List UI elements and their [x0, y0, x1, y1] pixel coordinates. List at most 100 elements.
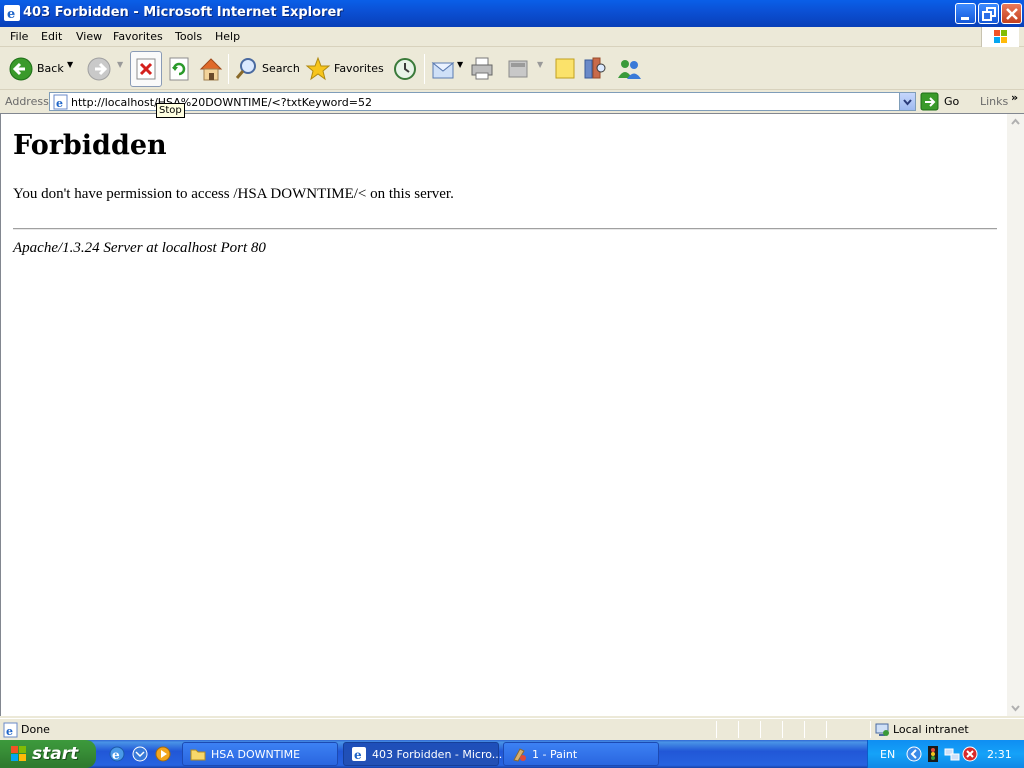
menu-help[interactable]: Help: [215, 30, 240, 43]
home-icon[interactable]: [198, 52, 224, 86]
scroll-down-button[interactable]: [1007, 699, 1024, 716]
stop-button[interactable]: [130, 51, 162, 87]
security-zone: Local intranet: [893, 723, 969, 736]
forward-dropdown-icon[interactable]: ▼: [117, 60, 123, 69]
links-button[interactable]: Links: [980, 95, 1008, 108]
menu-file[interactable]: File: [10, 30, 28, 43]
go-arrow-icon: [920, 92, 939, 111]
taskbar-item-label: HSA DOWNTIME: [211, 748, 301, 761]
favorites-button[interactable]: Favorites: [334, 62, 384, 75]
messenger-icon[interactable]: [615, 52, 643, 86]
edit-icon[interactable]: [505, 52, 531, 86]
taskbar: start e HSA DOWNTIME e 403 Forbidden - M…: [0, 740, 1024, 768]
chevron-down-icon: [903, 99, 912, 106]
menu-edit[interactable]: Edit: [41, 30, 62, 43]
tray-expand-icon[interactable]: [906, 746, 922, 762]
taskbar-item-label: 1 - Paint: [532, 748, 578, 761]
chevron-up-icon: [1011, 118, 1020, 125]
vertical-scrollbar[interactable]: [1007, 113, 1024, 716]
status-divider: [716, 721, 717, 738]
close-button[interactable]: [1001, 3, 1022, 24]
system-tray: EN 2:31: [867, 740, 1024, 768]
address-url[interactable]: http://localhost/HSA%20DOWNTIME/<?txtKey…: [71, 96, 372, 109]
mail-dropdown-icon[interactable]: ▼: [457, 60, 463, 69]
start-label: start: [32, 744, 79, 764]
page-icon: e: [53, 94, 68, 110]
status-text: Done: [21, 723, 50, 736]
menu-favorites[interactable]: Favorites: [113, 30, 163, 43]
ie-icon: e: [352, 747, 366, 762]
refresh-icon[interactable]: [167, 52, 191, 86]
antivirus-icon[interactable]: [962, 746, 978, 762]
address-dropdown-button[interactable]: [899, 93, 915, 110]
windows-flag-icon: [994, 30, 1007, 43]
svg-text:e: e: [6, 725, 13, 738]
back-button[interactable]: Back: [37, 62, 64, 75]
windows-logo: [981, 27, 1019, 47]
scroll-up-button[interactable]: [1007, 114, 1024, 131]
intranet-icon: [875, 723, 889, 736]
status-divider: [738, 721, 739, 738]
language-indicator[interactable]: EN: [880, 748, 895, 761]
error-message: You don't have permission to access /HSA…: [13, 186, 454, 202]
stop-tooltip: Stop: [156, 103, 185, 118]
server-signature: Apache/1.3.24 Server at localhost Port 8…: [13, 240, 266, 256]
page-icon: e: [3, 722, 18, 738]
status-divider: [782, 721, 783, 738]
restore-button[interactable]: [978, 3, 999, 24]
window-title: 403 Forbidden - Microsoft Internet Explo…: [23, 5, 343, 20]
go-label: Go: [944, 95, 960, 108]
standard-toolbar: Back ▼ ▼ Search Favorites ▼ ▼: [0, 48, 1024, 90]
discuss-icon[interactable]: [552, 52, 578, 86]
clock[interactable]: 2:31: [987, 748, 1012, 761]
edit-dropdown-icon[interactable]: ▼: [537, 60, 543, 69]
address-bar: Address e http://localhost/HSA%20DOWNTIM…: [0, 90, 1024, 113]
taskbar-item-hsa-downtime[interactable]: HSA DOWNTIME: [182, 742, 338, 766]
outlook-express-icon[interactable]: [131, 745, 149, 763]
paint-icon: [513, 748, 526, 762]
search-button[interactable]: Search: [262, 62, 300, 75]
menu-bar: File Edit View Favorites Tools Help: [0, 27, 1024, 47]
restore-icon: [982, 7, 996, 21]
back-dropdown-icon[interactable]: ▼: [67, 60, 73, 69]
links-chevron-icon[interactable]: »: [1011, 91, 1018, 104]
taskbar-item-label: 403 Forbidden - Micro...: [372, 748, 503, 761]
taskbar-item-paint[interactable]: 1 - Paint: [503, 742, 659, 766]
favorites-star-icon[interactable]: [305, 52, 331, 86]
close-icon: [1006, 8, 1018, 20]
stop-icon: [136, 58, 156, 80]
taskbar-item-ie-window[interactable]: e 403 Forbidden - Micro...: [343, 742, 503, 766]
page-content: Forbidden You don't have permission to a…: [0, 113, 1007, 716]
browser-window: e 403 Forbidden - Microsoft Internet Exp…: [0, 0, 1024, 740]
minimize-button[interactable]: [955, 3, 976, 24]
windows-flag-icon: [11, 746, 26, 761]
forward-arrow-icon[interactable]: [86, 52, 112, 86]
go-button[interactable]: Go: [920, 92, 970, 111]
svg-text:e: e: [112, 748, 120, 762]
back-arrow-icon[interactable]: [8, 52, 34, 86]
svg-text:e: e: [7, 7, 15, 21]
status-divider: [870, 721, 871, 738]
toolbar-separator: [424, 54, 425, 84]
security-alert-icon[interactable]: [925, 745, 941, 763]
title-bar[interactable]: e 403 Forbidden - Microsoft Internet Exp…: [0, 0, 1024, 27]
history-icon[interactable]: [392, 52, 418, 86]
print-icon[interactable]: [469, 52, 495, 86]
status-bar: e Done Local intranet: [0, 718, 1024, 740]
ie-quicklaunch-icon[interactable]: e: [108, 745, 126, 763]
ie-icon: e: [4, 5, 20, 21]
minimize-icon: [961, 17, 969, 20]
address-label: Address: [5, 95, 49, 108]
research-icon[interactable]: [582, 52, 608, 86]
status-divider: [804, 721, 805, 738]
menu-tools[interactable]: Tools: [175, 30, 202, 43]
network-icon[interactable]: [944, 746, 960, 762]
divider: [13, 228, 997, 230]
svg-text:e: e: [354, 748, 362, 762]
mail-icon[interactable]: [430, 52, 456, 86]
media-player-icon[interactable]: [154, 745, 172, 763]
menu-view[interactable]: View: [76, 30, 102, 43]
status-divider: [760, 721, 761, 738]
search-icon[interactable]: [234, 52, 260, 86]
start-button[interactable]: start: [0, 740, 96, 768]
